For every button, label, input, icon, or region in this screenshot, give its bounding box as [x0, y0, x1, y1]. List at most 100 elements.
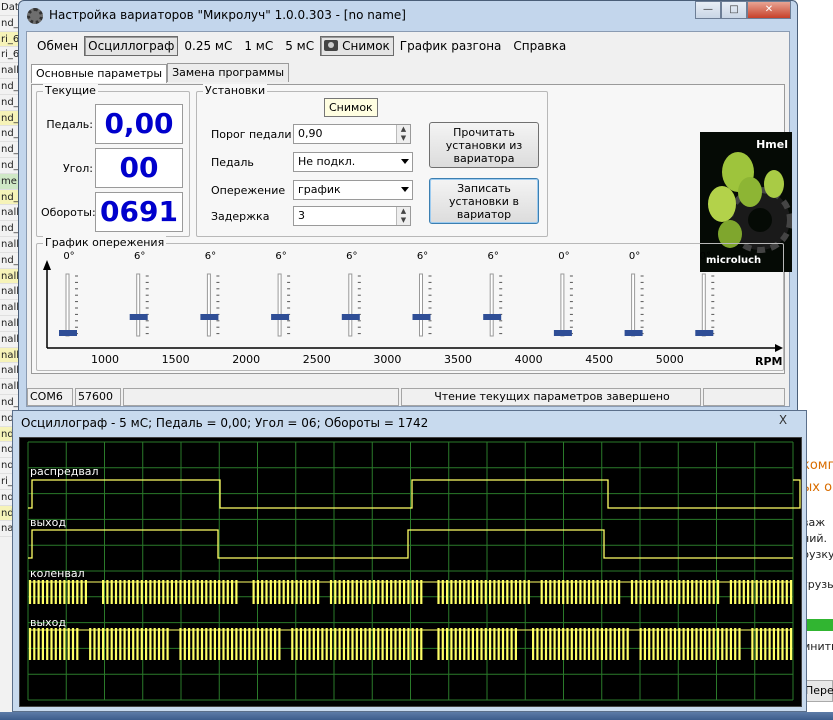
menu-snapshot[interactable]: Снимок: [320, 36, 394, 56]
tab-replace-program[interactable]: Замена программы: [167, 63, 290, 82]
slider-thumb[interactable]: [271, 314, 290, 320]
slider-track: [489, 273, 494, 337]
rpm-tick-label: 4500: [585, 353, 613, 366]
settings-legend: Установки: [203, 84, 268, 97]
slider-track: [136, 273, 141, 337]
main-window: Настройка вариаторов "Микролуч" 1.0.0.30…: [18, 0, 798, 412]
menu-help[interactable]: Справка: [507, 36, 572, 56]
chevron-down-icon: [401, 159, 409, 164]
pedal-setting-label: Педаль: [211, 156, 254, 169]
camera-icon: [324, 40, 339, 51]
delay-value: 3: [298, 209, 305, 222]
pedal-select[interactable]: Не подкл.: [293, 152, 413, 172]
current-group: Текущие Педаль: 0,00 Угол: 00 Обороты: 0…: [36, 84, 190, 237]
status-extra: [703, 388, 785, 406]
menu-accel-chart[interactable]: График разгона: [394, 36, 508, 56]
advance-value-label: 0°: [700, 251, 711, 262]
advance-value-label: 0°: [63, 251, 74, 262]
rpm-label: Обороты:: [41, 206, 96, 219]
advance-select[interactable]: график: [293, 180, 413, 200]
slider-track: [701, 273, 706, 337]
advance-value-label: 0°: [558, 251, 569, 262]
angle-label: Угол:: [63, 162, 93, 175]
slider-track: [631, 273, 636, 337]
advance-chart: RPM 0° 6° 6° 6° 6° 6° 6° 0° 0° 0° 1000 1500 2000 2500…: [43, 251, 783, 368]
trace-label-output-1: выход: [30, 516, 67, 529]
threshold-spinner[interactable]: 0,90 ▲ ▼: [293, 124, 411, 144]
advance-value-label: 0°: [629, 251, 640, 262]
advance-axis-arrow-icon: [43, 260, 51, 270]
write-settings-button[interactable]: Записать установки в вариатор: [429, 178, 539, 224]
spin-arrows-icon[interactable]: ▲ ▼: [396, 125, 410, 143]
oscilloscope-close-icon[interactable]: X: [770, 413, 796, 429]
slider-track: [560, 273, 565, 337]
slider-thumb[interactable]: [553, 330, 572, 336]
rpm-tick-label: 2000: [232, 353, 260, 366]
menu-bar: Обмен Осциллограф 0.25 мС 1 мС 5 мС Сним…: [27, 32, 789, 60]
tab-strip: Основные параметры Замена программы: [31, 63, 290, 83]
pedal-label: Педаль:: [46, 118, 93, 131]
slider-thumb[interactable]: [200, 314, 219, 320]
slider-thumb[interactable]: [412, 314, 431, 320]
slider-thumb[interactable]: [341, 314, 360, 320]
status-empty: [123, 388, 399, 406]
menu-025ms[interactable]: 0.25 мС: [178, 36, 238, 56]
trace-label-crankshaft: коленвал: [30, 567, 85, 580]
advance-select-value: график: [298, 183, 341, 196]
logo-top-text: Hmel: [756, 138, 788, 151]
menu-1ms[interactable]: 1 мС: [238, 36, 279, 56]
status-baud: 57600: [75, 388, 121, 406]
slider-track: [277, 273, 282, 337]
status-bar: COM6 57600 Чтение текущих параметров зав…: [27, 388, 791, 406]
menu-oscilloscope[interactable]: Осциллограф: [84, 36, 179, 56]
close-button[interactable]: ✕: [747, 1, 791, 19]
taskbar: [0, 712, 833, 720]
spin-arrows-icon[interactable]: ▲ ▼: [396, 207, 410, 225]
slider-track: [348, 273, 353, 337]
delay-spinner[interactable]: 3 ▲ ▼: [293, 206, 411, 226]
slider-thumb[interactable]: [624, 330, 643, 336]
title-bar[interactable]: Настройка вариаторов "Микролуч" 1.0.0.30…: [19, 1, 797, 31]
slider-track: [206, 273, 211, 337]
slider-thumb[interactable]: [59, 330, 77, 336]
pedal-select-value: Не подкл.: [298, 155, 356, 168]
current-legend: Текущие: [43, 84, 98, 97]
status-port: COM6: [27, 388, 73, 406]
rpm-tick-label: 1000: [91, 353, 119, 366]
read-settings-button[interactable]: Прочитать установки из вариатора: [429, 122, 539, 168]
angle-value: 00: [95, 148, 183, 188]
advance-value-label: 6°: [417, 251, 428, 262]
client-area: Обмен Осциллограф 0.25 мС 1 мС 5 мС Сним…: [26, 31, 792, 407]
rpm-unit-label: RPM: [755, 355, 782, 368]
threshold-label: Порог педали: [211, 128, 292, 141]
rpm-tick-label: 3500: [444, 353, 472, 366]
app-gear-icon: [27, 8, 43, 24]
trace-label-camshaft: распредвал: [30, 465, 99, 478]
menu-snapshot-label: Снимок: [342, 39, 390, 53]
menu-obmen[interactable]: Обмен: [31, 36, 84, 56]
tab-panel: Текущие Педаль: 0,00 Угол: 00 Обороты: 0…: [31, 84, 792, 374]
advance-value-label: 6°: [275, 251, 286, 262]
maximize-button[interactable]: □: [721, 1, 747, 19]
oscilloscope-display: распредвал выход коленвал выход: [19, 437, 802, 707]
slider-thumb[interactable]: [695, 330, 714, 336]
menu-5ms[interactable]: 5 мС: [279, 36, 320, 56]
rpm-value: 0691: [95, 192, 183, 232]
slider-thumb[interactable]: [483, 314, 502, 320]
slider-thumb[interactable]: [129, 314, 148, 320]
threshold-value: 0,90: [298, 127, 323, 140]
rpm-tick-label: 5000: [656, 353, 684, 366]
oscilloscope-traces: [27, 441, 801, 701]
advance-label: Опережение: [211, 184, 286, 197]
slider-track: [419, 273, 423, 337]
rpm-axis-arrow-icon: [775, 344, 783, 352]
rpm-tick-label: 1500: [162, 353, 190, 366]
slider-track: [65, 273, 70, 337]
rpm-tick-label: 4000: [515, 353, 543, 366]
advance-value-label: 6°: [205, 251, 216, 262]
tab-main-params[interactable]: Основные параметры: [31, 64, 168, 83]
rpm-tick-label: 3000: [373, 353, 401, 366]
advance-value-label: 6°: [134, 251, 145, 262]
minimize-button[interactable]: —: [695, 1, 721, 19]
snapshot-tooltip: Снимок: [324, 98, 378, 117]
